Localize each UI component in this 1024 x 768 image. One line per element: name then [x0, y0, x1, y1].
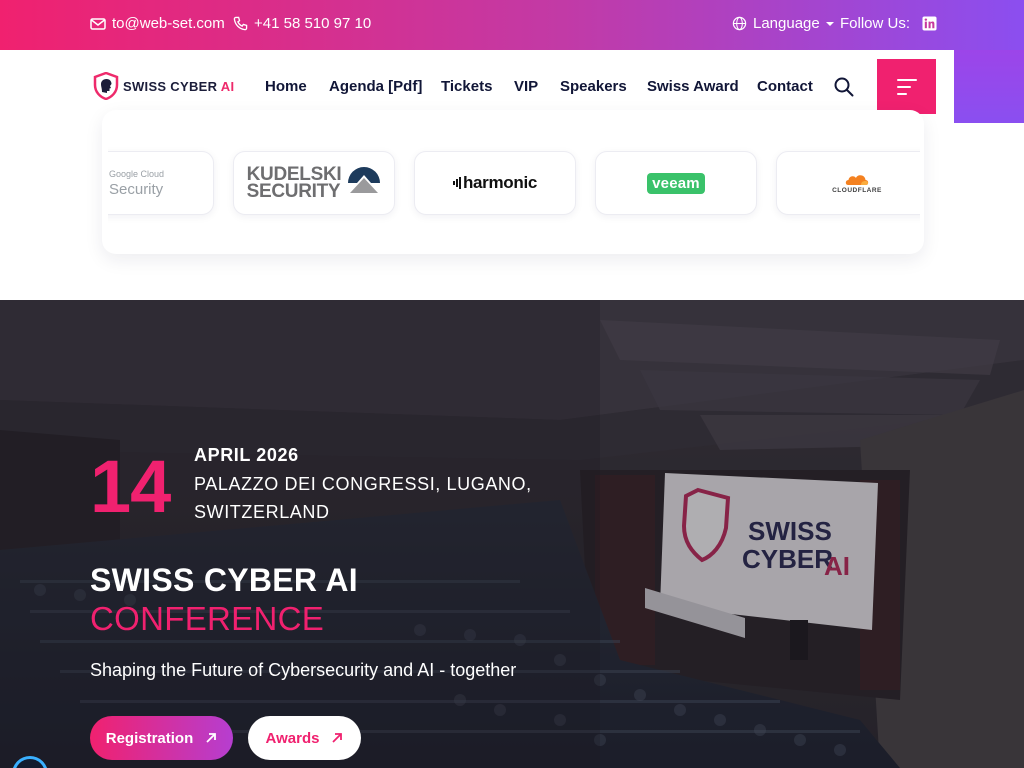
kudelski-mountain-icon — [348, 167, 381, 193]
search-button[interactable] — [833, 76, 855, 98]
event-venue-line2: SWITZERLAND — [194, 502, 330, 522]
hero-title-highlight: CONFERENCE — [90, 600, 325, 637]
sponsor-logo-kudelski[interactable]: KUDELSKI SECURITY — [233, 151, 395, 215]
logo-text-main: SWISS CYBER — [123, 78, 218, 94]
nav-item-tickets[interactable]: Tickets — [441, 78, 492, 95]
follow-label: Follow Us: — [840, 15, 911, 32]
nav-item-agenda[interactable]: Agenda [Pdf] — [329, 78, 422, 95]
site-logo[interactable]: SWISS CYBER AI — [93, 72, 234, 100]
harmonic-wordmark: harmonic — [462, 173, 538, 192]
cloudflare-wordmark: CLOUDFLARE — [832, 187, 882, 194]
sponsor-logo-veeam[interactable]: veeam — [595, 151, 757, 215]
nav-item-vip[interactable]: VIP — [514, 78, 538, 95]
event-venue-line1: PALAZZO DEI CONGRESSI, LUGANO, — [194, 473, 532, 494]
phone-text: +41 58 510 97 10 — [254, 15, 372, 32]
globe-icon — [732, 16, 747, 31]
kudelski-line2: SECURITY — [246, 181, 341, 202]
veeam-wordmark: veeam — [647, 172, 705, 194]
logo-text: SWISS CYBER AI — [123, 79, 234, 94]
arrow-up-right-icon — [332, 733, 343, 743]
nav-item-speakers[interactable]: Speakers — [560, 78, 627, 95]
logo-text-ai: AI — [220, 78, 235, 94]
registration-label: Registration — [105, 729, 194, 747]
phone-icon — [233, 16, 248, 31]
caret-down-icon — [825, 21, 834, 26]
event-day: 14 — [90, 445, 171, 528]
phone-link[interactable]: +41 58 510 97 10 — [233, 15, 371, 32]
nav-item-home[interactable]: Home — [265, 78, 307, 95]
language-dropdown[interactable]: Language — [732, 15, 834, 32]
auditorium-background-image: SWISS CYBER AI — [0, 300, 1024, 768]
hamburger-icon-line — [896, 78, 917, 81]
awards-label: Awards — [265, 729, 320, 747]
search-icon — [834, 77, 854, 97]
menu-toggle-button[interactable] — [877, 59, 936, 114]
envelope-icon — [90, 17, 106, 30]
sponsor-logo-google-cloud[interactable]: Google Cloud Security — [108, 151, 214, 215]
hero-title: SWISS CYBER AI — [90, 562, 358, 598]
top-contact-bar: to@web-set.com +41 58 510 97 10 Language… — [0, 0, 1024, 50]
language-label: Language — [753, 15, 820, 32]
google-cloud-line1: Google Cloud — [109, 168, 165, 179]
google-cloud-wordmark: Google Cloud Security — [108, 168, 213, 198]
hero-subtitle: Shaping the Future of Cybersecurity and … — [90, 660, 517, 680]
follow-us: Follow Us: — [840, 15, 910, 32]
hamburger-icon-line — [896, 92, 907, 95]
nav-accent-strip — [954, 50, 1024, 123]
sponsor-logo-cloudflare[interactable]: CLOUDFLARE — [776, 151, 920, 215]
sponsor-carousel: Google Cloud Security KUDELSKI SECURITY … — [108, 140, 920, 230]
arrow-up-right-icon — [206, 733, 217, 743]
cloudflare-cloud-icon — [845, 175, 869, 185]
kudelski-wordmark: KUDELSKI SECURITY — [246, 164, 342, 202]
awards-button[interactable]: Awards — [248, 716, 361, 760]
harmonic-wave-icon — [452, 177, 461, 189]
email-link[interactable]: to@web-set.com — [90, 15, 225, 32]
linkedin-link[interactable] — [922, 16, 937, 31]
registration-button[interactable]: Registration — [90, 716, 233, 760]
event-details: APRIL 2026 PALAZZO DEI CONGRESSI, LUGANO… — [194, 441, 532, 527]
email-text: to@web-set.com — [112, 15, 225, 32]
sponsor-logo-harmonic[interactable]: harmonic — [414, 151, 576, 215]
shield-logo-icon — [93, 72, 119, 100]
google-cloud-line2: Security — [109, 180, 164, 198]
hamburger-icon-line — [896, 85, 911, 88]
linkedin-icon — [922, 16, 937, 31]
hero-section: SWISS CYBER AI — [0, 300, 1024, 768]
nav-item-contact[interactable]: Contact — [757, 78, 813, 95]
event-month-year: APRIL 2026 — [194, 445, 299, 465]
nav-item-swiss-award[interactable]: Swiss Award — [647, 78, 739, 95]
